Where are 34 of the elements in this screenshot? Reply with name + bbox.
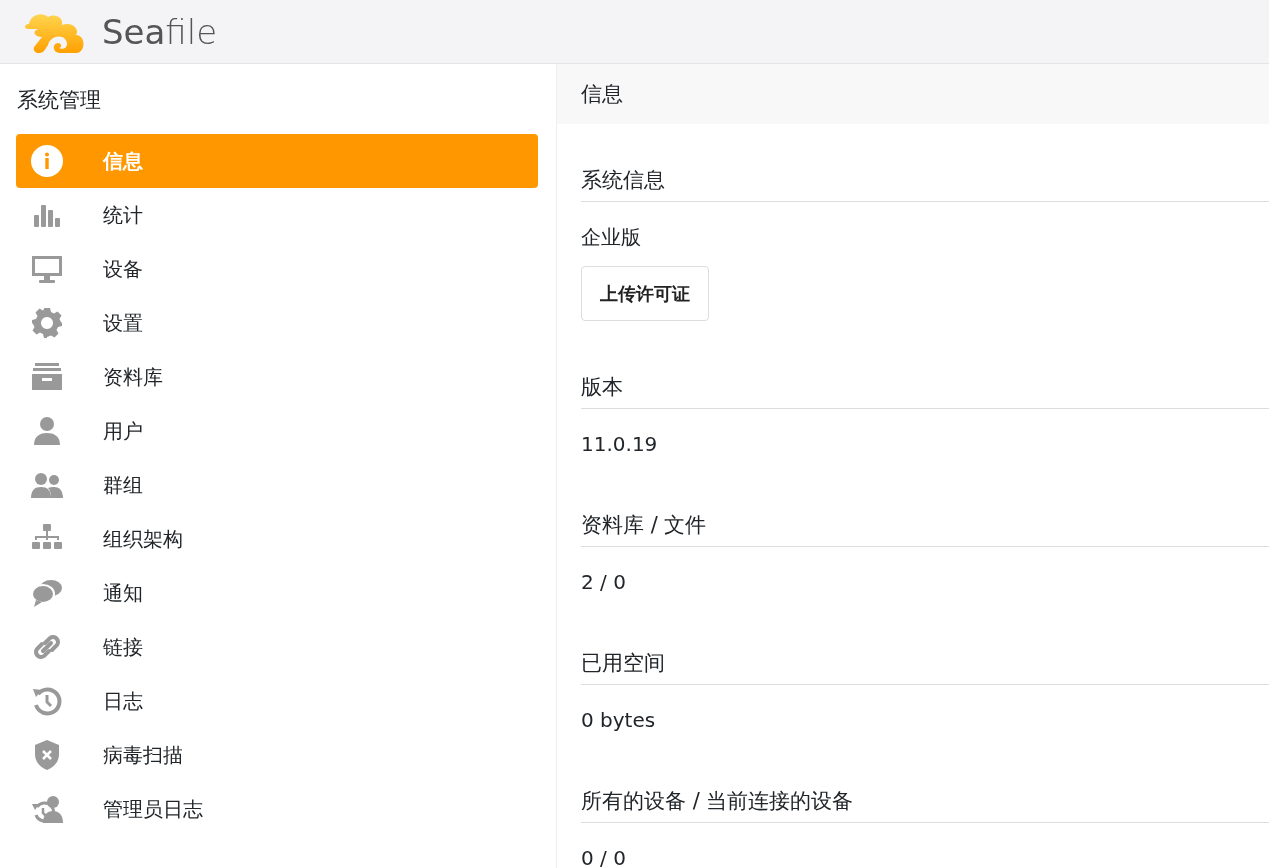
history-user-icon (31, 793, 63, 825)
sidebar-title: 系统管理 (16, 87, 102, 114)
sidebar-item[interactable]: 日志 (16, 674, 538, 728)
info-icon (31, 145, 63, 177)
page-title: 信息 (581, 81, 623, 108)
section-heading: 所有的设备 / 当前连接的设备 (581, 786, 1269, 823)
sidebar-item[interactable]: 群组 (16, 458, 538, 512)
sidebar-item[interactable]: 链接 (16, 620, 538, 674)
history-icon (31, 685, 63, 717)
section-heading: 已用空间 (581, 648, 1269, 685)
sidebar-item[interactable]: 设置 (16, 296, 538, 350)
sidebar-item[interactable]: 用户 (16, 404, 538, 458)
section-value: 0 / 0 (581, 845, 627, 868)
speech-bubbles-icon (31, 577, 63, 609)
section-value: 2 / 0 (581, 569, 627, 596)
section-heading: 资料库 / 文件 (581, 510, 1269, 547)
upload-license-button[interactable]: 上传许可证 (581, 266, 709, 321)
monitor-icon (31, 253, 63, 285)
section-value: 0 bytes (581, 707, 657, 734)
sidebar-item[interactable]: 设备 (16, 242, 538, 296)
section-heading: 系统信息 (581, 165, 1269, 202)
gear-icon (31, 307, 63, 339)
section-value: 11.0.19 (581, 431, 659, 458)
user-icon (31, 415, 63, 447)
sidebar-item[interactable]: 病毒扫描 (16, 728, 538, 782)
sidebar-item[interactable]: 资料库 (16, 350, 538, 404)
logo-text: Seafile (102, 11, 218, 52)
sidebar-item[interactable]: 组织架构 (16, 512, 538, 566)
section-heading: 版本 (581, 372, 1269, 409)
section-value: 企业版 (581, 224, 642, 251)
sidebar-item[interactable]: 通知 (16, 566, 538, 620)
sidebar-item[interactable]: 统计 (16, 188, 538, 242)
sidebar-item[interactable]: 管理员日志 (16, 782, 538, 836)
drawer-icon (31, 361, 63, 393)
